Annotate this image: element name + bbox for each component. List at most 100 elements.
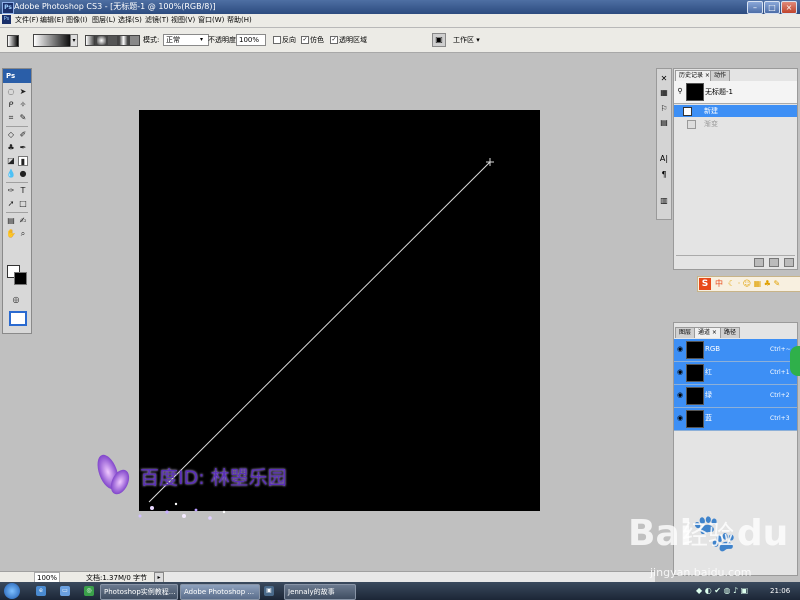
type-icon[interactable]: T: [18, 186, 28, 196]
watermark-text: 百度ID: 林曌乐园: [140, 467, 287, 489]
opacity-label: 不透明度:: [208, 36, 239, 44]
tab-actions[interactable]: 动作: [710, 70, 731, 81]
shape-icon[interactable]: □: [18, 199, 28, 209]
eraser-icon[interactable]: ◪: [6, 156, 16, 166]
minimize-button[interactable]: –: [747, 1, 763, 14]
channel-shortcut: Ctrl+~: [770, 346, 791, 353]
character-icon[interactable]: A|: [658, 153, 670, 165]
quick-mask-icon[interactable]: ◎: [11, 295, 21, 305]
blur-icon[interactable]: 💧: [6, 169, 16, 179]
quicklaunch-desktop-icon[interactable]: ▭: [60, 586, 70, 596]
healing-icon[interactable]: ◇: [6, 130, 16, 140]
history-state-icon: [687, 120, 696, 129]
eye-icon[interactable]: ◉: [676, 345, 684, 353]
lasso-icon[interactable]: ᑭ: [6, 100, 16, 110]
start-button[interactable]: [4, 583, 20, 599]
stamp-icon[interactable]: ♣: [6, 143, 16, 153]
ime-tool-icons[interactable]: ☾ · ☺ ▦ ♣ ✎: [728, 279, 780, 289]
notes-icon[interactable]: ▤: [6, 216, 16, 226]
reverse-checkbox[interactable]: [273, 36, 281, 44]
maximize-button[interactable]: □: [764, 1, 780, 14]
menu-select[interactable]: 选择(S): [118, 16, 142, 25]
transparency-label: 透明区域: [339, 36, 367, 44]
brush-icon[interactable]: ✐: [18, 130, 28, 140]
crop-icon[interactable]: ⌗: [6, 113, 16, 123]
menu-view[interactable]: 视图(V): [171, 16, 195, 25]
gradient-tool-icon[interactable]: [7, 35, 19, 47]
sogou-logo-icon[interactable]: S: [699, 278, 711, 290]
menu-filter[interactable]: 滤镜(T): [145, 16, 169, 25]
workspace-icon[interactable]: ▣: [432, 33, 446, 47]
diamond-gradient-button[interactable]: [129, 35, 140, 46]
navigator-icon[interactable]: ✕: [658, 73, 670, 85]
history-snapshot-row[interactable]: ⚲ 无标题-1: [674, 81, 797, 104]
transparency-checkbox[interactable]: ✓: [330, 36, 338, 44]
info-icon[interactable]: ▦: [658, 87, 670, 99]
menu-edit[interactable]: 编辑(E): [40, 16, 64, 25]
channel-row-rgb[interactable]: ◉ RGB Ctrl+~: [674, 339, 797, 362]
menu-layer[interactable]: 图层(L): [92, 16, 115, 25]
tab-history[interactable]: 历史记录 ×: [675, 70, 714, 81]
brushes-icon[interactable]: ⚐: [658, 103, 670, 115]
menu-help[interactable]: 帮助(H): [227, 16, 252, 25]
history-item-gradient[interactable]: 渐变: [674, 118, 797, 130]
gradient-icon[interactable]: ▮: [18, 156, 28, 166]
linear-gradient-button[interactable]: [85, 35, 96, 46]
gradient-picker[interactable]: [33, 34, 73, 47]
magic-wand-icon[interactable]: ✧: [18, 100, 28, 110]
new-document-icon[interactable]: [754, 258, 764, 267]
menu-image[interactable]: 图像(I): [66, 16, 88, 25]
screen-mode-icon[interactable]: [9, 311, 27, 326]
ime-mode[interactable]: 中: [715, 279, 723, 289]
tab-layers[interactable]: 图层: [675, 327, 696, 338]
history-item-new[interactable]: 新建: [674, 105, 797, 117]
new-snapshot-icon[interactable]: [769, 258, 779, 267]
channel-row-blue[interactable]: ◉ 蓝 Ctrl+3: [674, 408, 797, 431]
eyedropper-icon[interactable]: ✍: [18, 216, 28, 226]
marquee-tool-icon[interactable]: ◌: [6, 87, 16, 97]
opacity-input[interactable]: 100%: [236, 34, 266, 46]
reflected-gradient-button[interactable]: [118, 35, 129, 46]
paragraph-icon[interactable]: ¶: [658, 169, 670, 181]
eye-icon[interactable]: ◉: [676, 391, 684, 399]
menu-file[interactable]: 文件(F): [15, 16, 39, 25]
tab-channels-label: 通道: [698, 329, 711, 336]
dodge-icon[interactable]: ●: [18, 169, 28, 179]
system-tray-icons[interactable]: ◆ ◐ ✔ ◍ ♪ ▣: [696, 586, 766, 596]
hand-icon[interactable]: ✋: [6, 229, 16, 239]
quicklaunch-explorer-icon[interactable]: e: [36, 586, 46, 596]
taskbar-item-photoshop[interactable]: Adobe Photoshop ...: [180, 584, 260, 600]
taskbar-app-icon[interactable]: ▣: [264, 586, 274, 596]
gradient-dropdown-icon[interactable]: ▾: [70, 34, 78, 47]
taskbar-item-story[interactable]: Jennaly的故事: [284, 584, 356, 600]
path-select-icon[interactable]: ➚: [6, 199, 16, 209]
eye-icon[interactable]: ◉: [676, 414, 684, 422]
angle-gradient-button[interactable]: [107, 35, 118, 46]
channel-row-red[interactable]: ◉ 红 Ctrl+1: [674, 362, 797, 385]
ps-icon: Ps: [2, 15, 11, 24]
quicklaunch-browser-icon[interactable]: ◎: [84, 586, 94, 596]
layer-comps-icon[interactable]: ▥: [658, 195, 670, 207]
eye-icon[interactable]: ◉: [676, 368, 684, 376]
dither-checkbox[interactable]: ✓: [301, 36, 309, 44]
taskbar-item-label: Photoshop实例教程...: [104, 588, 176, 596]
taskbar-item-browser[interactable]: Photoshop实例教程...: [100, 584, 178, 600]
zoom-icon[interactable]: ⌕: [18, 229, 28, 239]
pen-icon[interactable]: ✑: [6, 186, 16, 196]
taskbar-item-label: Adobe Photoshop ...: [184, 588, 255, 596]
slice-icon[interactable]: ✎: [18, 113, 28, 123]
floating-widget[interactable]: [790, 346, 800, 376]
background-color-swatch[interactable]: [14, 272, 27, 285]
tool-presets-icon[interactable]: ▤: [658, 117, 670, 129]
tab-channels[interactable]: 通道 ×: [694, 327, 721, 338]
reverse-label: 反向: [282, 36, 296, 44]
move-icon[interactable]: ➤: [18, 87, 28, 97]
radial-gradient-button[interactable]: [96, 35, 107, 46]
history-brush-icon[interactable]: ✒: [18, 143, 28, 153]
trash-icon[interactable]: [784, 258, 794, 267]
workspace-button[interactable]: 工作区 ▾: [453, 35, 480, 45]
close-button[interactable]: ×: [781, 1, 797, 14]
channel-row-green[interactable]: ◉ 绿 Ctrl+2: [674, 385, 797, 408]
menu-window[interactable]: 窗口(W): [198, 16, 224, 25]
tab-paths[interactable]: 路径: [720, 327, 741, 338]
